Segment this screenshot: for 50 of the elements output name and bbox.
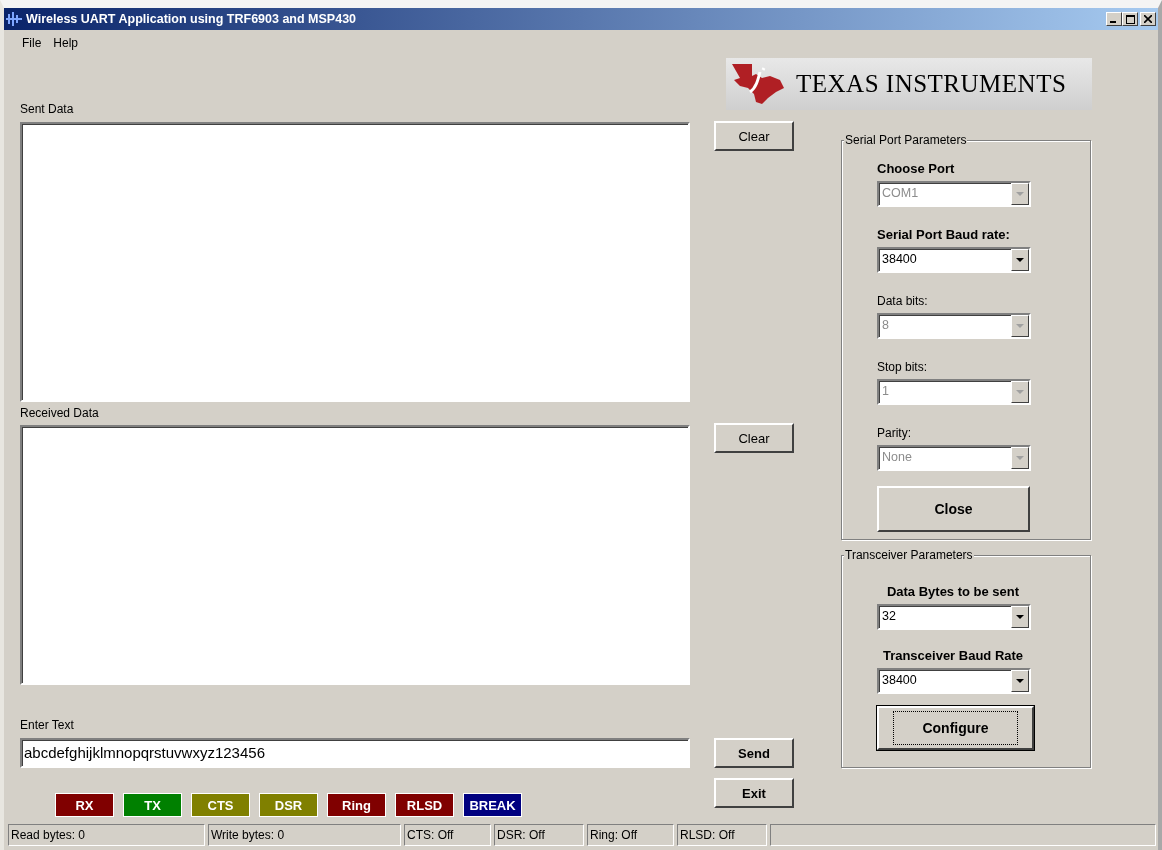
sent-data-label: Sent Data [20, 102, 74, 117]
caret-icon [1016, 390, 1024, 394]
status-panel: DSR: Off [494, 824, 584, 846]
dropdown[interactable]: 32 [877, 604, 1031, 630]
signal-indicator: CTS [191, 793, 250, 817]
maximize-icon [1125, 14, 1135, 24]
app-icon [6, 11, 22, 27]
status-panel: Write bytes: 0 [208, 824, 401, 846]
field-label: Data bits: [877, 293, 928, 309]
status-panel: Read bytes: 0 [8, 824, 205, 846]
caret-icon [1016, 679, 1024, 683]
field-label: Stop bits: [877, 359, 928, 375]
action-button[interactable]: Send [714, 738, 794, 768]
signal-indicator: Ring [327, 793, 386, 817]
signal-indicator: TX [123, 793, 182, 817]
signal-indicator: BREAK [463, 793, 522, 817]
received-data-label: Received Data [20, 406, 99, 421]
caret-icon [1016, 192, 1024, 196]
caret-icon [1016, 324, 1024, 328]
text-input-field[interactable]: abcdefghijklmnopqrstuvwxyz123456 [20, 738, 690, 768]
clear-button[interactable]: Clear [714, 121, 794, 151]
logo-text: TEXAS INSTRUMENTS [796, 70, 1067, 98]
minimize-button[interactable] [1106, 12, 1122, 26]
maximize-button[interactable] [1122, 12, 1138, 26]
field-label: Parity: [877, 425, 911, 441]
dropdown[interactable]: 38400 [877, 668, 1031, 694]
field-label: Data Bytes to be sent [885, 584, 1021, 600]
clear-button[interactable]: Clear [714, 423, 794, 453]
status-panel: RLSD: Off [677, 824, 767, 846]
close-icon [1144, 15, 1152, 23]
caret-icon [1016, 258, 1024, 262]
status-panel: CTS: Off [404, 824, 491, 846]
group-button[interactable]: Configure [877, 706, 1034, 750]
caret-icon [1016, 615, 1024, 619]
signal-indicator: RX [55, 793, 114, 817]
enter-text-label: Enter Text [20, 718, 74, 733]
field-label: Transceiver Baud Rate [881, 648, 1025, 664]
menu-item[interactable]: File [18, 36, 46, 50]
signal-indicator: RLSD [395, 793, 454, 817]
caret-icon [1016, 456, 1024, 460]
window-title: Wireless UART Application using TRF6903 and MSP430 [26, 12, 357, 26]
group-button[interactable]: Close [877, 486, 1030, 532]
field-label: Choose Port [877, 161, 955, 177]
action-button[interactable]: Exit [714, 778, 794, 808]
signal-indicator: DSR [259, 793, 318, 817]
dropdown[interactable]: 38400 [877, 247, 1031, 273]
menu-item[interactable]: Help [49, 36, 83, 50]
field-label: Serial Port Baud rate: [877, 227, 1010, 243]
status-panel: Ring: Off [587, 824, 674, 846]
close-button[interactable] [1140, 12, 1156, 26]
